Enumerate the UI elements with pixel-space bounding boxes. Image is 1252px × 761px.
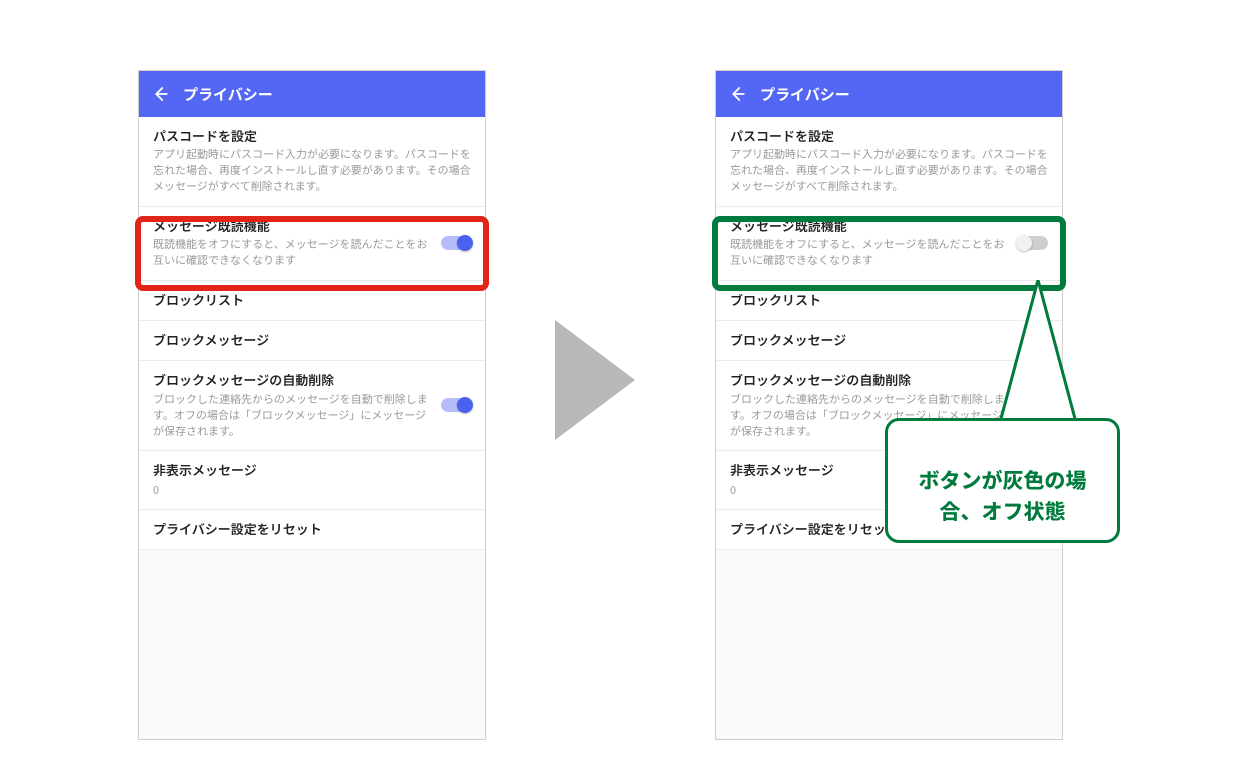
row-title: パスコードを設定 [730,127,1048,145]
callout-text: ボタンが灰色の場 合、オフ状態 [919,465,1087,525]
row-title: ブロックメッセージ [153,331,471,349]
row-passcode[interactable]: パスコードを設定 アプリ起動時にパスコード入力が必要になります。パスコードを忘れ… [139,117,485,207]
auto-delete-toggle[interactable] [441,398,471,412]
row-block-messages[interactable]: ブロックメッセージ [716,321,1062,361]
row-title: ブロックメッセージの自動削除 [153,371,433,389]
back-arrow-icon[interactable] [728,85,746,103]
row-title: 非表示メッセージ [153,461,471,479]
phone-screenshot-after: プライバシー パスコードを設定 アプリ起動時にパスコード入力が必要になります。パ… [715,70,1063,740]
row-block-messages[interactable]: ブロックメッセージ [139,321,485,361]
row-subtitle: アプリ起動時にパスコード入力が必要になります。パスコードを忘れた場合、再度インス… [153,147,471,195]
hidden-count: 0 [153,482,471,498]
row-title: ブロックメッセージの自動削除 [730,371,1010,389]
arrow-right-icon [555,320,635,440]
app-bar: プライバシー [139,71,485,117]
app-bar: プライバシー [716,71,1062,117]
read-receipt-toggle[interactable] [441,236,471,250]
row-subtitle: ブロックした連絡先からのメッセージを自動で削除します。オフの場合は「ブロックメッ… [153,392,433,440]
row-subtitle: 既読機能をオフにすると、メッセージを読んだことをお互いに確認できなくなります [730,237,1010,269]
row-subtitle: アプリ起動時にパスコード入力が必要になります。パスコードを忘れた場合、再度インス… [730,147,1048,195]
row-read-receipt[interactable]: メッセージ既読機能 既読機能をオフにすると、メッセージを読んだことをお互いに確認… [139,207,485,281]
row-title: ブロックメッセージ [730,331,1048,349]
app-bar-title: プライバシー [183,84,273,105]
row-title: メッセージ既読機能 [153,217,433,235]
row-blocklist[interactable]: ブロックリスト [139,281,485,321]
row-blocklist[interactable]: ブロックリスト [716,281,1062,321]
row-passcode[interactable]: パスコードを設定 アプリ起動時にパスコード入力が必要になります。パスコードを忘れ… [716,117,1062,207]
settings-list: パスコードを設定 アプリ起動時にパスコード入力が必要になります。パスコードを忘れ… [139,117,485,550]
row-read-receipt[interactable]: メッセージ既読機能 既読機能をオフにすると、メッセージを読んだことをお互いに確認… [716,207,1062,281]
row-title: メッセージ既読機能 [730,217,1010,235]
row-title: プライバシー設定をリセット [153,520,471,538]
auto-delete-toggle[interactable] [1018,398,1048,412]
back-arrow-icon[interactable] [151,85,169,103]
phone-screenshot-before: プライバシー パスコードを設定 アプリ起動時にパスコード入力が必要になります。パ… [138,70,486,740]
row-hidden-messages[interactable]: 非表示メッセージ 0 [139,451,485,509]
row-subtitle: 既読機能をオフにすると、メッセージを読んだことをお互いに確認できなくなります [153,237,433,269]
row-title: パスコードを設定 [153,127,471,145]
annotation-callout: ボタンが灰色の場 合、オフ状態 [885,418,1120,543]
row-title: ブロックリスト [730,291,1048,309]
row-auto-delete[interactable]: ブロックメッセージの自動削除 ブロックした連絡先からのメッセージを自動で削除しま… [139,361,485,451]
row-reset-privacy[interactable]: プライバシー設定をリセット [139,510,485,550]
read-receipt-toggle[interactable] [1018,236,1048,250]
row-title: ブロックリスト [153,291,471,309]
app-bar-title: プライバシー [760,84,850,105]
